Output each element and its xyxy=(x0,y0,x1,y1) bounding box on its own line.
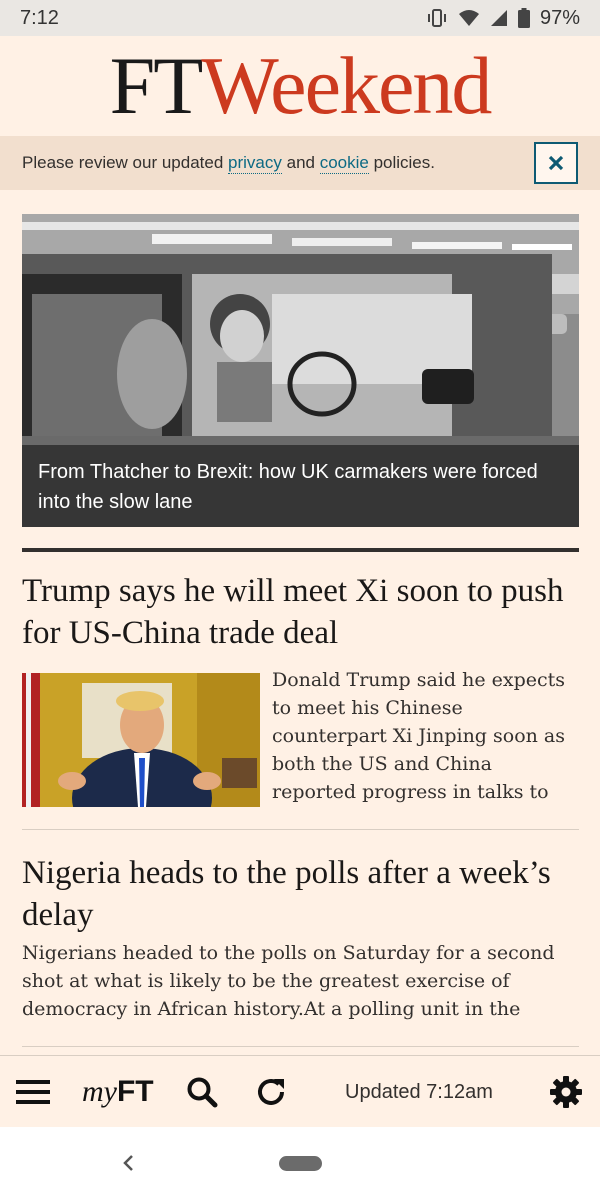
cookie-text-after: policies. xyxy=(368,153,435,172)
section-divider xyxy=(22,548,579,552)
battery-icon xyxy=(517,8,530,28)
hero-caption[interactable]: From Thatcher to Brexit: how UK carmaker… xyxy=(22,445,579,527)
refresh-button[interactable] xyxy=(254,1056,288,1128)
logo-ft: FT xyxy=(109,40,204,131)
story-standfirst-nigeria[interactable]: Nigerians headed to the polls on Saturda… xyxy=(22,939,582,1023)
settings-button[interactable] xyxy=(549,1056,583,1128)
wifi-icon xyxy=(458,10,479,26)
refresh-icon xyxy=(258,1078,284,1105)
menu-button[interactable] xyxy=(16,1056,50,1128)
hero-story[interactable]: From Thatcher to Brexit: how UK carmaker… xyxy=(22,214,579,527)
story-headline-nigeria[interactable]: Nigeria heads to the polls after a week’… xyxy=(22,852,579,936)
close-icon xyxy=(548,155,564,171)
close-banner-button[interactable] xyxy=(534,142,578,184)
myft-label-ft: FT xyxy=(116,1075,154,1108)
signal-icon xyxy=(490,10,507,26)
story-headline-trump-xi[interactable]: Trump says he will meet Xi soon to push … xyxy=(22,570,579,654)
bottom-toolbar: my FT Updated 7:12am xyxy=(0,1055,600,1128)
vibrate-icon xyxy=(427,9,446,27)
chevron-left-icon[interactable] xyxy=(122,1154,136,1172)
trump-photo xyxy=(22,673,260,807)
story-divider xyxy=(22,1046,579,1047)
system-navigation-bar xyxy=(0,1127,600,1200)
myft-label-my: my xyxy=(82,1075,117,1108)
story-divider xyxy=(22,829,579,830)
logo-weekend: Weekend xyxy=(201,40,492,131)
search-button[interactable] xyxy=(186,1056,218,1128)
cookie-link[interactable]: cookie xyxy=(319,153,369,174)
privacy-link[interactable]: privacy xyxy=(228,153,282,174)
cookie-text-middle: and xyxy=(281,153,320,172)
hamburger-menu-icon xyxy=(16,1080,50,1104)
cookie-text-before: Please review our updated xyxy=(22,153,229,172)
home-pill-icon[interactable] xyxy=(279,1156,322,1171)
masthead: FTWeekend xyxy=(0,36,600,136)
battery-percentage: 97% xyxy=(539,6,580,29)
status-bar: 7:12 97% xyxy=(0,0,600,36)
story-standfirst-trump-xi[interactable]: Donald Trump said he expects to meet his… xyxy=(272,666,572,806)
ft-weekend-logo[interactable]: FTWeekend xyxy=(110,45,493,127)
gear-icon xyxy=(550,1076,582,1108)
updated-timestamp: Updated 7:12am xyxy=(345,1080,493,1103)
search-icon xyxy=(187,1077,218,1108)
story-thumbnail-trump[interactable] xyxy=(22,673,260,807)
status-icons: 97% xyxy=(426,7,580,30)
status-time: 7:12 xyxy=(20,6,59,29)
cookie-banner: Please review our updated privacy and co… xyxy=(0,136,600,190)
myft-button[interactable]: my FT xyxy=(82,1056,154,1128)
